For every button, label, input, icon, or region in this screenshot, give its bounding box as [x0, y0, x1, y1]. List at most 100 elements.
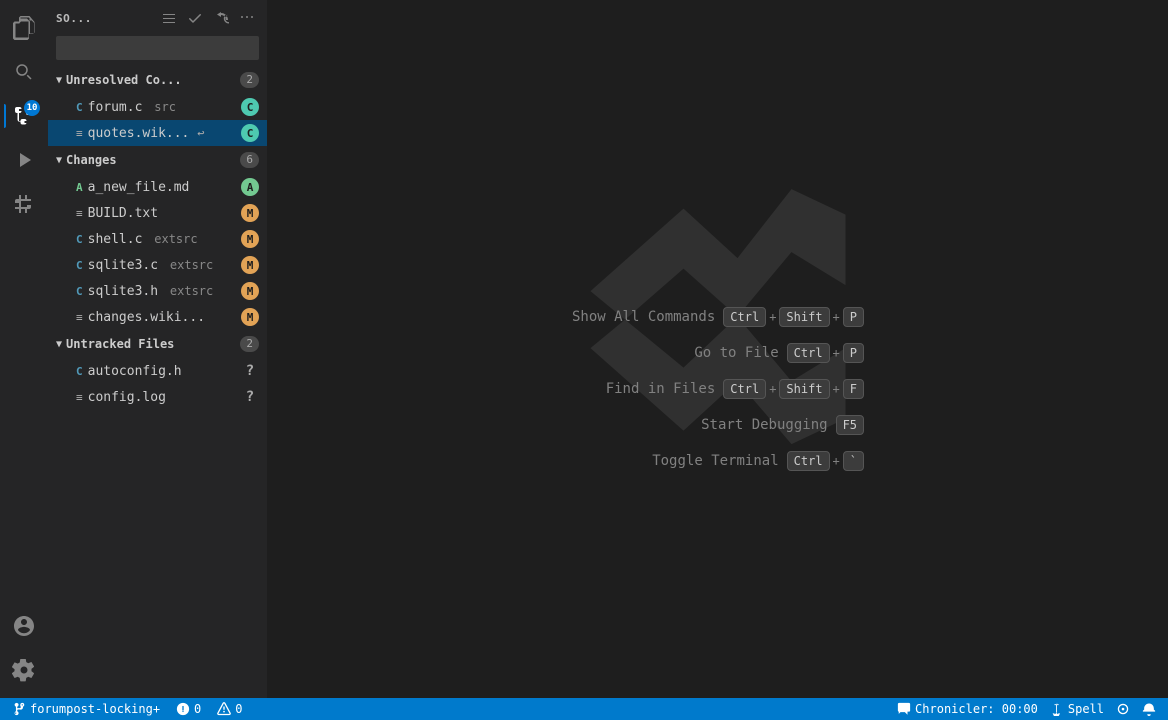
key-ctrl-terminal: Ctrl — [787, 451, 830, 471]
file-name-sqlite3-c: sqlite3.c extsrc — [88, 258, 241, 273]
shortcut-row-debug: Start Debugging F5 — [572, 415, 864, 435]
error-count: 0 — [194, 702, 201, 716]
file-item-changes-wiki[interactable]: ≡ changes.wiki... M — [48, 304, 267, 330]
file-badge-config-log: ? — [241, 388, 259, 406]
more-options-button[interactable] — [235, 6, 259, 30]
sidebar-header: SO... — [48, 0, 267, 36]
txt-config-icon: ≡ — [76, 391, 83, 404]
section-unresolved-count: 2 — [240, 72, 259, 88]
shortcut-row-commands: Show All Commands Ctrl + Shift + P — [572, 307, 864, 327]
md-file-icon: A — [76, 181, 83, 194]
status-branch[interactable]: forumpost-locking+ — [8, 698, 164, 720]
activity-bottom-group — [4, 606, 44, 698]
file-name-autoconfig-h: autoconfig.h — [88, 364, 241, 379]
file-badge-build-txt: M — [241, 204, 259, 222]
error-icon — [176, 702, 190, 716]
warning-count: 0 — [235, 702, 242, 716]
c-sqlite3-c-icon: C — [76, 259, 83, 272]
activity-settings[interactable] — [4, 650, 44, 690]
plus-icon-find: + — [769, 382, 776, 396]
key-p: P — [843, 307, 864, 327]
activity-extensions[interactable] — [4, 184, 44, 224]
sidebar-title: SO... — [56, 12, 92, 25]
key-backtick: ` — [843, 451, 864, 471]
chronicler-icon — [897, 702, 911, 716]
key-p-goto: P — [843, 343, 864, 363]
c-file-icon: C — [76, 101, 83, 114]
section-untracked-label: Untracked Files — [66, 337, 240, 351]
activity-source-control[interactable]: 10 — [4, 96, 44, 136]
file-item-a-new-file[interactable]: A a_new_file.md A — [48, 174, 267, 200]
status-errors[interactable]: 0 — [172, 698, 205, 720]
branch-name: forumpost-locking+ — [30, 702, 160, 716]
broadcast-icon — [1116, 702, 1130, 716]
file-name-a-new-file: a_new_file.md — [88, 180, 241, 195]
shortcuts-panel: Show All Commands Ctrl + Shift + P Go to… — [572, 307, 864, 471]
file-badge-changes-wiki: M — [241, 308, 259, 326]
shortcut-row-find: Find in Files Ctrl + Shift + F — [572, 379, 864, 399]
section-unresolved-header[interactable]: ▼ Unresolved Co... 2 — [48, 66, 267, 94]
plus-icon-goto: + — [833, 346, 840, 360]
shortcut-label-debug: Start Debugging — [701, 417, 827, 433]
file-item-forum-c[interactable]: C forum.c src C — [48, 94, 267, 120]
key-ctrl-goto: Ctrl — [787, 343, 830, 363]
status-notification[interactable] — [1138, 702, 1160, 716]
sidebar-content: ▼ Unresolved Co... 2 C forum.c src C ≡ q… — [48, 66, 267, 698]
branch-icon — [12, 702, 26, 716]
file-item-autoconfig-h[interactable]: C autoconfig.h ? — [48, 358, 267, 384]
file-badge-sqlite3-h: M — [241, 282, 259, 300]
plus-icon-find-2: + — [833, 382, 840, 396]
txt-changes-icon: ≡ — [76, 311, 83, 324]
file-item-sqlite3-c[interactable]: C sqlite3.c extsrc M — [48, 252, 267, 278]
file-item-sqlite3-h[interactable]: C sqlite3.h extsrc M — [48, 278, 267, 304]
file-item-config-log[interactable]: ≡ config.log ? — [48, 384, 267, 410]
shortcut-label-goto: Go to File — [694, 345, 778, 361]
file-badge-forum-c: C — [241, 98, 259, 116]
shortcut-keys-commands: Ctrl + Shift + P — [723, 307, 864, 327]
file-badge-a-new-file: A — [241, 178, 259, 196]
plus-icon-2: + — [833, 310, 840, 324]
activity-bar: 10 — [0, 0, 48, 698]
status-warnings[interactable]: 0 — [213, 698, 246, 720]
warning-icon — [217, 702, 231, 716]
chevron-down-icon-untracked: ▼ — [56, 339, 62, 350]
section-changes-header[interactable]: ▼ Changes 6 — [48, 146, 267, 174]
refresh-button[interactable] — [209, 6, 233, 30]
file-item-shell-c[interactable]: C shell.c extsrc M — [48, 226, 267, 252]
main-area: Show All Commands Ctrl + Shift + P Go to… — [268, 0, 1168, 698]
file-item-quotes-wiki[interactable]: ≡ quotes.wik... ↩ C — [48, 120, 267, 146]
activity-explorer[interactable] — [4, 8, 44, 48]
key-f-find: F — [843, 379, 864, 399]
search-box[interactable] — [56, 36, 259, 60]
file-badge-autoconfig-h: ? — [241, 362, 259, 380]
activity-search[interactable] — [4, 52, 44, 92]
list-view-button[interactable] — [157, 6, 181, 30]
file-item-build-txt[interactable]: ≡ BUILD.txt M — [48, 200, 267, 226]
status-chronicler[interactable]: Chronicler: 00:00 — [893, 702, 1042, 716]
shortcut-keys-terminal: Ctrl + ` — [787, 451, 864, 471]
activity-run[interactable] — [4, 140, 44, 180]
shortcut-keys-goto: Ctrl + P — [787, 343, 864, 363]
section-unresolved-label: Unresolved Co... — [66, 73, 240, 87]
file-name-config-log: config.log — [88, 390, 241, 405]
file-badge-sqlite3-c: M — [241, 256, 259, 274]
file-badge-quotes-wiki: C — [241, 124, 259, 142]
spell-label: Spell — [1068, 702, 1104, 716]
notification-icon — [1142, 702, 1156, 716]
shortcut-label-commands: Show All Commands — [572, 309, 715, 325]
section-untracked-header[interactable]: ▼ Untracked Files 2 — [48, 330, 267, 358]
status-spell[interactable]: Spell — [1046, 702, 1108, 716]
chevron-down-icon: ▼ — [56, 75, 62, 86]
activity-account[interactable] — [4, 606, 44, 646]
status-bar-right: Chronicler: 00:00 Spell — [893, 702, 1160, 716]
check-button[interactable] — [183, 6, 207, 30]
file-name-sqlite3-h: sqlite3.h extsrc — [88, 284, 241, 299]
key-ctrl: Ctrl — [723, 307, 766, 327]
key-f5: F5 — [836, 415, 864, 435]
section-changes-label: Changes — [66, 153, 240, 167]
status-broadcast[interactable] — [1112, 702, 1134, 716]
source-control-badge: 10 — [24, 100, 40, 116]
file-name-changes-wiki: changes.wiki... — [88, 310, 241, 325]
status-bar: forumpost-locking+ 0 0 Chronicler: 00:00… — [0, 698, 1168, 720]
file-name-forum-c: forum.c src — [88, 100, 241, 115]
